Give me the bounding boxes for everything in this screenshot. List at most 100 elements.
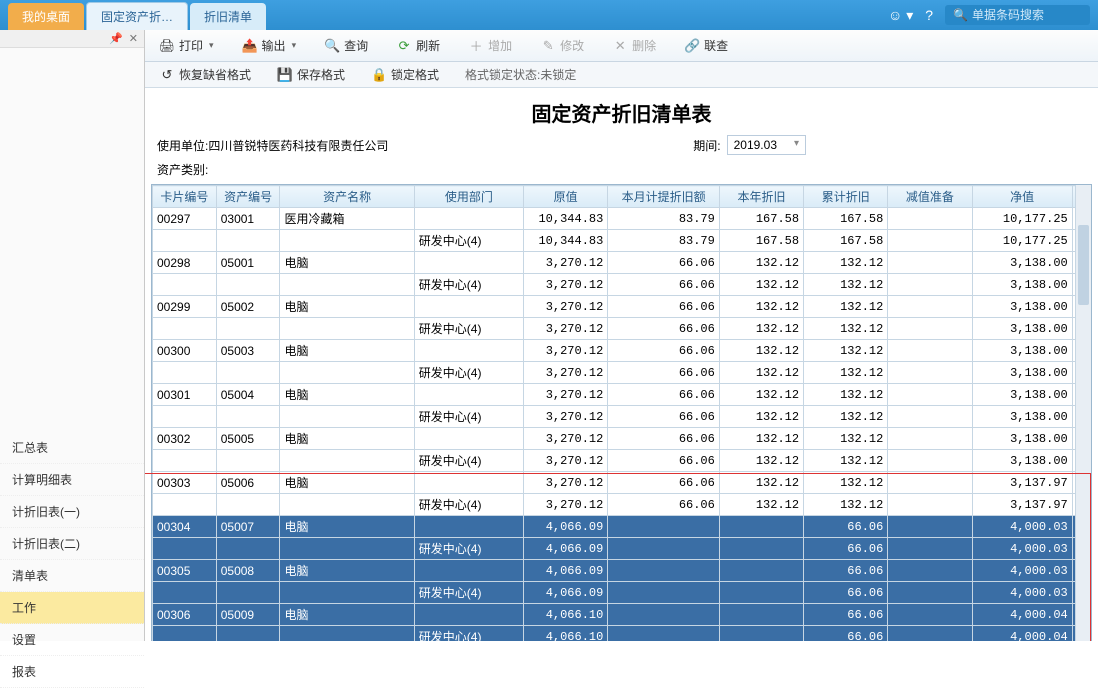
table-row[interactable]: 0029703001医用冷藏箱10,344.8383.79167.58167.5… xyxy=(153,208,1091,230)
cell xyxy=(280,230,414,252)
column-header[interactable]: 本月计提折旧额 xyxy=(608,186,720,208)
table-row[interactable]: 研发中心(4)3,270.1266.06132.12132.123,138.00 xyxy=(153,274,1091,296)
close-panel-icon[interactable]: ✕ xyxy=(129,32,138,45)
left-panel: 📌 ✕ 汇总表计算明细表计折旧表(一)计折旧表(二)清单表工作设置报表 xyxy=(0,30,145,641)
period-select[interactable]: 2019.03 xyxy=(727,135,806,155)
column-header[interactable]: 累计折旧 xyxy=(804,186,888,208)
leftnav-bottom-item[interactable]: 报表 xyxy=(0,656,144,688)
cell xyxy=(608,560,720,582)
leftnav-bottom-item[interactable]: 设置 xyxy=(0,624,144,656)
cell: 66.06 xyxy=(608,362,720,384)
table-row[interactable]: 研发中心(4)3,270.1266.06132.12132.123,138.00 xyxy=(153,318,1091,340)
leftnav-item[interactable]: 汇总表 xyxy=(0,432,144,464)
modify-button: ✎修改 xyxy=(534,34,590,57)
pin-icon[interactable]: 📌 xyxy=(109,32,123,45)
table-row[interactable]: 研发中心(4)3,270.1266.06132.12132.123,138.00 xyxy=(153,406,1091,428)
cell: 132.12 xyxy=(804,494,888,516)
cell: 132.12 xyxy=(804,428,888,450)
column-header[interactable]: 资产编号 xyxy=(216,186,280,208)
column-header[interactable]: 卡片编号 xyxy=(153,186,217,208)
cell: 05009 xyxy=(216,604,280,626)
column-header[interactable]: 净值 xyxy=(972,186,1072,208)
query-button[interactable]: 🔍查询 xyxy=(318,34,374,57)
cell xyxy=(888,560,972,582)
cell: 132.12 xyxy=(804,384,888,406)
leftnav-item[interactable]: 计折旧表(一) xyxy=(0,496,144,528)
help-icon[interactable]: ? xyxy=(925,7,933,23)
barcode-search[interactable]: 🔍 xyxy=(945,5,1090,25)
cell: 4,000.03 xyxy=(972,538,1072,560)
leftnav-item[interactable]: 计算明细表 xyxy=(0,464,144,496)
table-row[interactable]: 0029805001电脑3,270.1266.06132.12132.123,1… xyxy=(153,252,1091,274)
cell: 66.06 xyxy=(804,626,888,642)
scrollbar-thumb[interactable] xyxy=(1078,225,1089,305)
cell: 研发中心(4) xyxy=(414,494,523,516)
cell: 83.79 xyxy=(608,230,720,252)
table-row[interactable]: 研发中心(4)3,270.1266.06132.12132.123,137.97 xyxy=(153,494,1091,516)
cell: 167.58 xyxy=(719,230,803,252)
cell: 00304 xyxy=(153,516,217,538)
tab-desktop[interactable]: 我的桌面 xyxy=(8,3,84,30)
table-row[interactable]: 0029905002电脑3,270.1266.06132.12132.123,1… xyxy=(153,296,1091,318)
table-row[interactable]: 0030505008电脑4,066.0966.064,000.03 xyxy=(153,560,1091,582)
lock-format-button[interactable]: 🔒锁定格式 xyxy=(365,63,445,86)
tab-depreciation[interactable]: 固定资产折… xyxy=(86,2,188,30)
cell: 3,138.00 xyxy=(972,428,1072,450)
table-row[interactable]: 0030305006电脑3,270.1266.06132.12132.123,1… xyxy=(153,472,1091,494)
topbar: 我的桌面 固定资产折… 折旧清单 ☺ ▾ ? 🔍 xyxy=(0,0,1098,30)
table-row[interactable]: 0030205005电脑3,270.1266.06132.12132.123,1… xyxy=(153,428,1091,450)
table-row[interactable]: 研发中心(4)4,066.0966.064,000.03 xyxy=(153,582,1091,604)
table-row[interactable]: 0030605009电脑4,066.1066.064,000.04 xyxy=(153,604,1091,626)
cell: 电脑 xyxy=(280,472,414,494)
vertical-scrollbar[interactable] xyxy=(1075,185,1091,641)
column-header[interactable]: 减值准备 xyxy=(888,186,972,208)
table-row[interactable]: 研发中心(4)4,066.1066.064,000.04 xyxy=(153,626,1091,642)
barcode-search-input[interactable] xyxy=(972,8,1082,22)
org-info: 使用单位:四川普锐特医药科技有限责任公司 xyxy=(157,137,388,154)
cell: 132.12 xyxy=(804,274,888,296)
restore-format-button[interactable]: ↺恢复缺省格式 xyxy=(153,63,257,86)
column-header[interactable]: 资产名称 xyxy=(280,186,414,208)
add-icon: ＋ xyxy=(468,38,484,54)
cell: 电脑 xyxy=(280,428,414,450)
refresh-button[interactable]: ⟳刷新 xyxy=(390,34,446,57)
cell: 132.12 xyxy=(804,318,888,340)
cell: 3,137.97 xyxy=(972,472,1072,494)
cell: 3,138.00 xyxy=(972,340,1072,362)
column-header[interactable]: 使用部门 xyxy=(414,186,523,208)
table-row[interactable]: 研发中心(4)3,270.1266.06132.12132.123,138.00 xyxy=(153,450,1091,472)
cell: 3,138.00 xyxy=(972,406,1072,428)
smile-icon[interactable]: ☺ ▾ xyxy=(888,7,913,24)
delete-button: ✕删除 xyxy=(606,34,662,57)
column-header[interactable]: 原值 xyxy=(524,186,608,208)
table-row[interactable]: 0030405007电脑4,066.0966.064,000.03 xyxy=(153,516,1091,538)
leftnav-bottom-item[interactable]: 工作 xyxy=(0,592,144,624)
cell: 66.06 xyxy=(804,560,888,582)
cell xyxy=(414,604,523,626)
save-format-button[interactable]: 💾保存格式 xyxy=(271,63,351,86)
export-button[interactable]: 📤输出 xyxy=(236,34,303,57)
cell xyxy=(216,582,280,604)
linked-button[interactable]: 🔗联查 xyxy=(678,34,734,57)
cell: 00301 xyxy=(153,384,217,406)
cell xyxy=(153,406,217,428)
leftnav-item[interactable]: 计折旧表(二) xyxy=(0,528,144,560)
table-row[interactable]: 0030105004电脑3,270.1266.06132.12132.123,1… xyxy=(153,384,1091,406)
table-row[interactable]: 研发中心(4)10,344.8383.79167.58167.5810,177.… xyxy=(153,230,1091,252)
cell xyxy=(719,560,803,582)
column-header[interactable]: 本年折旧 xyxy=(719,186,803,208)
leftnav-item[interactable]: 清单表 xyxy=(0,560,144,592)
cell: 132.12 xyxy=(719,406,803,428)
cell xyxy=(153,362,217,384)
cell: 132.12 xyxy=(719,472,803,494)
print-button[interactable]: 🖨打印 xyxy=(153,34,220,57)
data-grid[interactable]: 卡片编号资产编号资产名称使用部门原值本月计提折旧额本年折旧累计折旧减值准备净值 … xyxy=(151,184,1092,641)
table-row[interactable]: 研发中心(4)3,270.1266.06132.12132.123,138.00 xyxy=(153,362,1091,384)
table-row[interactable]: 0030005003电脑3,270.1266.06132.12132.123,1… xyxy=(153,340,1091,362)
cell xyxy=(414,208,523,230)
cell: 3,138.00 xyxy=(972,384,1072,406)
cell: 4,000.04 xyxy=(972,604,1072,626)
table-row[interactable]: 研发中心(4)4,066.0966.064,000.03 xyxy=(153,538,1091,560)
cell xyxy=(888,472,972,494)
tab-depr-list[interactable]: 折旧清单 xyxy=(190,3,266,30)
